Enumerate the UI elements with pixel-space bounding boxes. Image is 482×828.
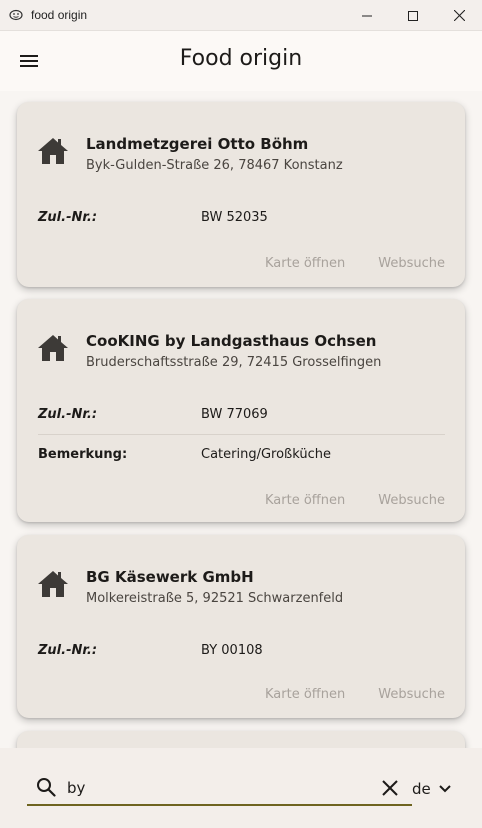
card-actions: Karte öffnen Websuche: [265, 256, 445, 276]
house-icon: [38, 138, 68, 164]
open-map-button[interactable]: Karte öffnen: [265, 256, 345, 276]
search-field: [27, 768, 412, 806]
result-list[interactable]: Landmetzgerei Otto Böhm Byk-Gulden-Straß…: [0, 91, 482, 748]
search-input[interactable]: [67, 777, 367, 799]
detail-label: Zul.-Nr.:: [38, 210, 98, 225]
detail-value: BW 52035: [201, 210, 268, 225]
detail-row: Zul.-Nr.: BW 77069: [38, 395, 445, 435]
page-title: Food origin: [179, 46, 303, 71]
card-address: Molkereistraße 5, 92521 Schwarzenfeld: [86, 591, 344, 606]
search-icon: [37, 778, 56, 797]
house-icon: [38, 571, 68, 597]
minimize-icon: [362, 15, 372, 16]
app-bar: Food origin: [0, 31, 482, 91]
app-icon: [9, 7, 25, 23]
detail-value: BW 77069: [201, 407, 268, 422]
detail-value: BY 00108: [201, 643, 263, 658]
close-icon: [453, 10, 465, 21]
card-address: Bruderschaftsstraße 29, 72415 Grosselfin…: [86, 355, 382, 370]
search-bar: de: [0, 748, 482, 828]
detail-row: Bemerkung: Catering/Großküche: [38, 435, 445, 475]
card-address: Byk-Gulden-Straße 26, 78467 Konstanz: [86, 158, 343, 173]
window-title: food origin: [31, 8, 88, 22]
card-actions: Karte öffnen Websuche: [265, 687, 445, 707]
detail-row: Zul.-Nr.: BW 52035: [38, 198, 445, 238]
minimize-button[interactable]: [344, 0, 390, 31]
house-icon: [38, 335, 68, 361]
card-title: CooKING by Landgasthaus Ochsen: [86, 332, 377, 350]
card-title: BG Käsewerk GmbH: [86, 568, 254, 586]
detail-label: Bemerkung:: [38, 447, 128, 462]
web-search-button[interactable]: Websuche: [378, 687, 445, 707]
result-card: CooKING by Landgasthaus Ochsen Brudersch…: [17, 299, 465, 522]
card-title: Landmetzgerei Otto Böhm: [86, 135, 309, 153]
language-select[interactable]: de: [412, 780, 451, 798]
web-search-button[interactable]: Websuche: [378, 493, 445, 513]
detail-label: Zul.-Nr.:: [38, 407, 98, 422]
maximize-icon: [408, 10, 418, 21]
detail-value: Catering/Großküche: [201, 447, 331, 462]
open-map-button[interactable]: Karte öffnen: [265, 687, 345, 707]
close-window-button[interactable]: [436, 0, 482, 31]
maximize-button[interactable]: [390, 0, 436, 31]
window-controls: [344, 0, 482, 31]
chevron-down-icon: [439, 785, 451, 793]
web-search-button[interactable]: Websuche: [378, 256, 445, 276]
detail-label: Zul.-Nr.:: [38, 643, 98, 658]
language-value: de: [412, 780, 431, 798]
open-map-button[interactable]: Karte öffnen: [265, 493, 345, 513]
window-titlebar: food origin: [0, 0, 482, 31]
result-card-partial: [17, 731, 465, 748]
result-card: BG Käsewerk GmbH Molkereistraße 5, 92521…: [17, 535, 465, 718]
result-card: Landmetzgerei Otto Böhm Byk-Gulden-Straß…: [17, 102, 465, 287]
detail-row: Zul.-Nr.: BY 00108: [38, 631, 445, 671]
card-actions: Karte öffnen Websuche: [265, 493, 445, 513]
close-icon[interactable]: [379, 777, 401, 799]
